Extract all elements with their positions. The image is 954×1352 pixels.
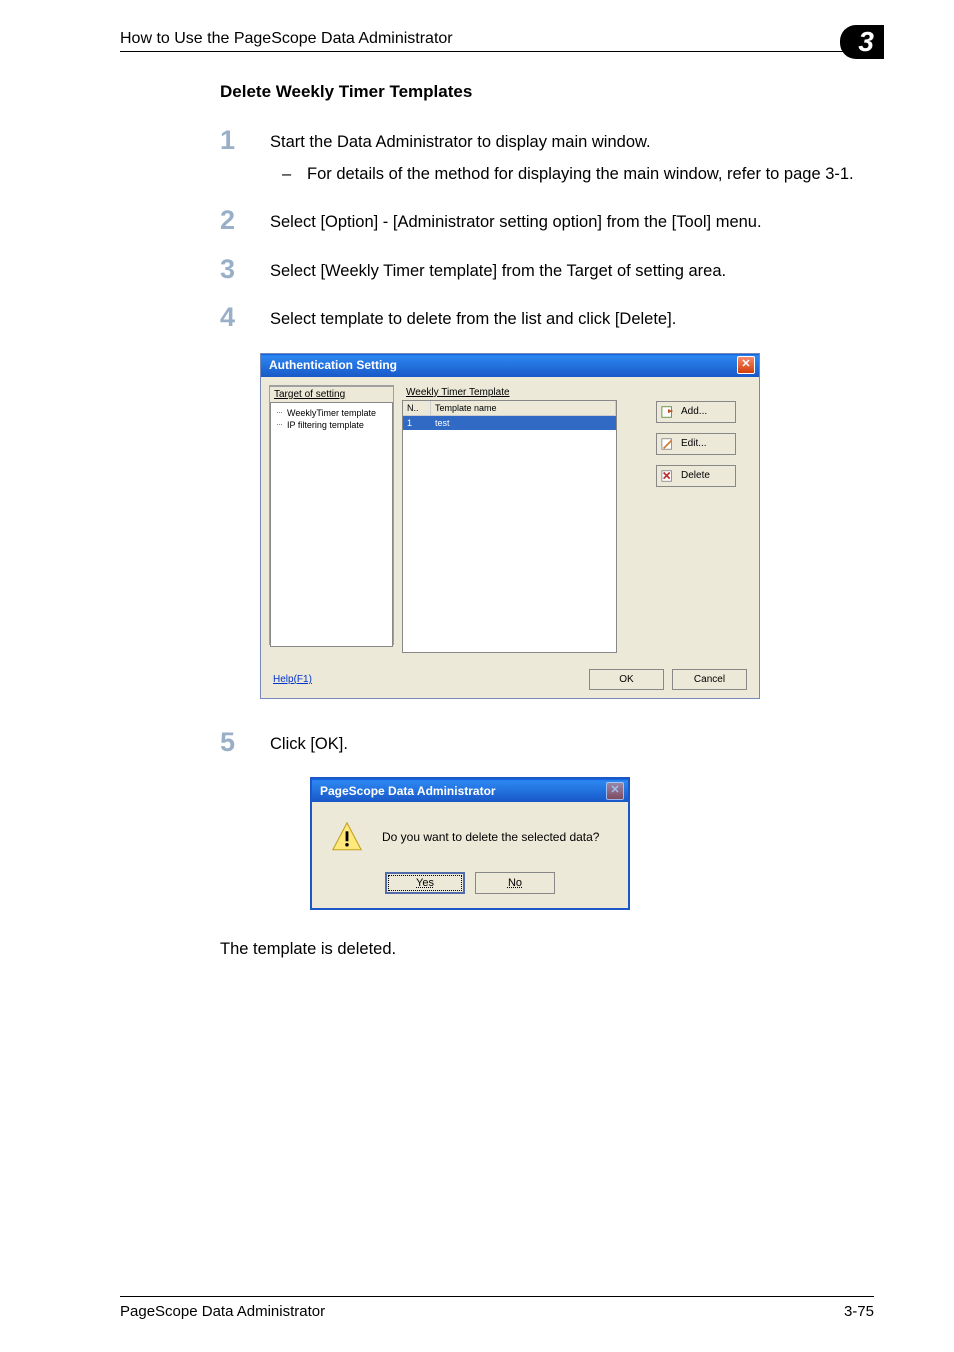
- edit-button[interactable]: Edit...: [656, 433, 736, 455]
- section-title: Delete Weekly Timer Templates: [220, 82, 874, 102]
- tree-item-ipfilter[interactable]: IP filtering template: [273, 419, 390, 431]
- chapter-number: 3: [840, 25, 884, 59]
- step-5: 5 Click [OK].: [220, 729, 874, 758]
- step-number: 5: [220, 729, 270, 758]
- step-text: Select [Weekly Timer template] from the …: [270, 256, 726, 285]
- step-number: 2: [220, 207, 270, 236]
- confirm-delete-dialog: PageScope Data Administrator ✕ Do you wa…: [310, 777, 630, 910]
- footer-right: 3-75: [844, 1303, 874, 1320]
- target-tree[interactable]: WeeklyTimer template IP filtering templa…: [270, 402, 393, 647]
- step-4: 4 Select template to delete from the lis…: [220, 304, 874, 333]
- column-number[interactable]: N..: [403, 401, 431, 415]
- dialog-title: PageScope Data Administrator: [320, 784, 496, 798]
- cancel-button[interactable]: Cancel: [672, 669, 747, 690]
- list-label: Weekly Timer Template: [402, 385, 648, 400]
- step-1: 1 Start the Data Administrator to displa…: [220, 127, 874, 187]
- template-list[interactable]: N.. Template name 1 test: [402, 400, 617, 653]
- help-link[interactable]: Help(F1): [273, 674, 312, 685]
- edit-icon: [661, 437, 675, 451]
- no-button[interactable]: No: [475, 872, 555, 894]
- close-icon[interactable]: ✕: [606, 782, 624, 800]
- step-text: Click [OK].: [270, 729, 348, 758]
- titlebar[interactable]: Authentication Setting ✕: [261, 354, 759, 377]
- close-icon[interactable]: ✕: [737, 356, 755, 374]
- row-num: 1: [403, 416, 431, 430]
- row-name: test: [431, 416, 616, 430]
- running-header: How to Use the PageScope Data Administra…: [120, 30, 453, 48]
- step-subtext: For details of the method for displaying…: [307, 162, 854, 188]
- yes-button[interactable]: Yes: [385, 872, 465, 894]
- confirm-message: Do you want to delete the selected data?: [382, 830, 599, 844]
- step-text: Start the Data Administrator to display …: [270, 133, 651, 151]
- delete-icon: [661, 469, 675, 483]
- add-icon: [661, 405, 675, 419]
- ok-button[interactable]: OK: [589, 669, 664, 690]
- delete-button[interactable]: Delete: [656, 465, 736, 487]
- step-2: 2 Select [Option] - [Administrator setti…: [220, 207, 874, 236]
- dialog-title: Authentication Setting: [269, 358, 397, 372]
- step-text: Select [Option] - [Administrator setting…: [270, 207, 762, 236]
- step-number: 1: [220, 127, 270, 187]
- result-text: The template is deleted.: [120, 940, 874, 959]
- add-button[interactable]: Add...: [656, 401, 736, 423]
- tree-label: Target of setting: [270, 387, 393, 402]
- bullet-dash: –: [282, 162, 307, 188]
- tree-item-weekly[interactable]: WeeklyTimer template: [273, 407, 390, 419]
- step-number: 4: [220, 304, 270, 333]
- table-row[interactable]: 1 test: [403, 416, 616, 430]
- step-3: 3 Select [Weekly Timer template] from th…: [220, 256, 874, 285]
- authentication-setting-dialog: Authentication Setting ✕ Target of setti…: [260, 353, 760, 699]
- footer-left: PageScope Data Administrator: [120, 1303, 325, 1320]
- step-text: Select template to delete from the list …: [270, 304, 676, 333]
- warning-icon: [330, 820, 364, 854]
- column-name[interactable]: Template name: [431, 401, 616, 415]
- step-number: 3: [220, 256, 270, 285]
- titlebar[interactable]: PageScope Data Administrator ✕: [312, 779, 628, 802]
